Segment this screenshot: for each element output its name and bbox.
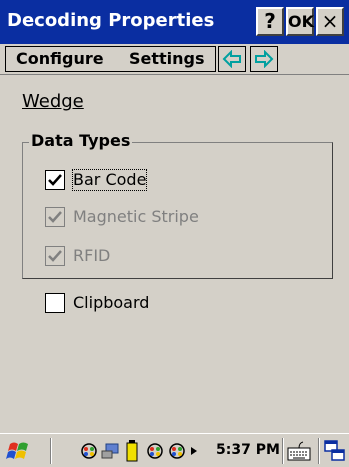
tray-arrow-icon[interactable] bbox=[190, 446, 198, 456]
checkmark-icon bbox=[48, 211, 62, 223]
start-icon[interactable] bbox=[6, 439, 32, 463]
tab-configure[interactable]: Configure bbox=[16, 49, 104, 69]
taskbar-separator bbox=[318, 438, 320, 464]
taskbar: 5:37 PM bbox=[0, 433, 349, 467]
task-switch-icon[interactable] bbox=[324, 440, 346, 462]
title-bar: Decoding Properties ? OK × bbox=[0, 0, 349, 44]
taskbar-separator bbox=[50, 438, 52, 464]
section-title: Wedge bbox=[22, 91, 84, 112]
clipboard-checkbox[interactable] bbox=[45, 293, 65, 313]
prev-tab-button[interactable] bbox=[218, 46, 246, 72]
battery-icon[interactable] bbox=[126, 440, 138, 462]
network-icon[interactable] bbox=[80, 442, 98, 460]
barcode-checkbox[interactable] bbox=[45, 170, 65, 190]
rfid-checkbox[interactable] bbox=[45, 246, 65, 266]
clipboard-label: Clipboard bbox=[73, 293, 150, 312]
left-arrow-icon bbox=[222, 50, 241, 68]
ok-button[interactable]: OK bbox=[286, 7, 314, 36]
next-tab-button[interactable] bbox=[250, 46, 278, 72]
app-icon[interactable] bbox=[146, 442, 164, 460]
data-types-legend: Data Types bbox=[29, 131, 133, 150]
window-title: Decoding Properties bbox=[7, 10, 215, 31]
barcode-label[interactable]: Bar Code bbox=[71, 169, 148, 191]
right-arrow-icon bbox=[255, 50, 274, 68]
checkmark-icon bbox=[48, 250, 62, 262]
keyboard-icon[interactable] bbox=[287, 440, 311, 462]
taskbar-separator bbox=[282, 438, 284, 464]
close-button[interactable]: × bbox=[316, 7, 344, 36]
magnetic-stripe-checkbox[interactable] bbox=[45, 207, 65, 227]
tab-settings[interactable]: Settings bbox=[129, 49, 205, 69]
rfid-label: RFID bbox=[73, 246, 111, 265]
magnetic-stripe-label: Magnetic Stripe bbox=[73, 207, 199, 226]
tab-bar: Configure Settings bbox=[0, 44, 349, 75]
help-button[interactable]: ? bbox=[256, 7, 284, 36]
clock[interactable]: 5:37 PM bbox=[216, 442, 280, 458]
checkmark-icon bbox=[48, 174, 62, 186]
app-icon-2[interactable] bbox=[168, 442, 186, 460]
connection-icon[interactable] bbox=[100, 442, 122, 460]
tab-strip: Configure Settings bbox=[5, 46, 216, 72]
